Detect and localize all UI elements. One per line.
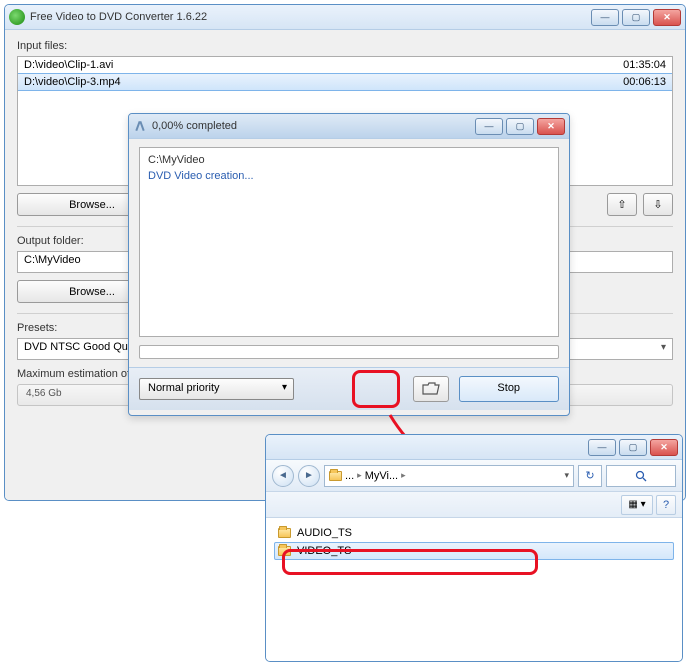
open-folder-button[interactable]: [413, 376, 449, 402]
progress-title: 0,00% completed: [152, 120, 475, 132]
folder-icon: [278, 528, 291, 538]
file-row[interactable]: D:\video\Clip-3.mp4 00:06:13: [18, 73, 672, 91]
forward-button[interactable]: ►: [298, 465, 320, 487]
help-button[interactable]: ?: [656, 495, 676, 515]
folder-item[interactable]: AUDIO_TS: [274, 524, 674, 542]
progress-titlebar[interactable]: 0,00% completed — ▢ ✕: [129, 114, 569, 139]
progress-icon: [133, 119, 147, 133]
close-button[interactable]: ✕: [537, 118, 565, 135]
search-icon: [635, 470, 647, 482]
arrow-down-icon: [653, 198, 662, 211]
explorer-file-pane[interactable]: AUDIO_TS VIDEO_TS: [266, 518, 682, 661]
close-button[interactable]: ✕: [650, 439, 678, 456]
file-duration: 01:35:04: [623, 59, 666, 71]
maximize-button[interactable]: ▢: [619, 439, 647, 456]
main-titlebar[interactable]: Free Video to DVD Converter 1.6.22 — ▢ ✕: [5, 5, 685, 30]
progress-log: C:\MyVideo DVD Video creation...: [139, 147, 559, 337]
arrow-up-icon: [617, 198, 626, 211]
move-up-button[interactable]: [607, 193, 637, 216]
log-path: C:\MyVideo: [148, 154, 550, 166]
chevron-right-icon: ▸: [401, 470, 406, 481]
folder-icon: [329, 471, 342, 481]
stop-button[interactable]: Stop: [459, 376, 560, 402]
priority-dropdown[interactable]: Normal priority: [139, 378, 294, 400]
file-path: D:\video\Clip-3.mp4: [24, 76, 121, 88]
minimize-button[interactable]: —: [588, 439, 616, 456]
back-button[interactable]: ◄: [272, 465, 294, 487]
log-status: DVD Video creation...: [148, 170, 550, 182]
file-path: D:\video\Clip-1.avi: [24, 59, 113, 71]
maximize-button[interactable]: ▢: [622, 9, 650, 26]
explorer-window: — ▢ ✕ ◄ ► ... ▸ MyVi... ▸ ▾ ↻ ▦ ▾ ? AUDI…: [265, 434, 683, 662]
folder-name: AUDIO_TS: [297, 527, 352, 539]
view-options-button[interactable]: ▦ ▾: [621, 495, 653, 515]
close-button[interactable]: ✕: [653, 9, 681, 26]
address-bar[interactable]: ... ▸ MyVi... ▸ ▾: [324, 465, 574, 487]
explorer-titlebar[interactable]: — ▢ ✕: [266, 435, 682, 460]
folder-name: VIDEO_TS: [297, 545, 351, 557]
refresh-button[interactable]: ↻: [578, 465, 602, 487]
breadcrumb-segment[interactable]: MyVi...: [365, 470, 398, 482]
move-down-button[interactable]: [643, 193, 673, 216]
folder-item[interactable]: VIDEO_TS: [274, 542, 674, 560]
dropdown-icon[interactable]: ▾: [564, 470, 569, 481]
minimize-button[interactable]: —: [591, 9, 619, 26]
folder-icon: [278, 546, 291, 556]
progress-dialog: 0,00% completed — ▢ ✕ C:\MyVideo DVD Vid…: [128, 113, 570, 416]
breadcrumb-segment[interactable]: ...: [345, 470, 354, 482]
progress-bar: [139, 345, 559, 359]
file-duration: 00:06:13: [623, 76, 666, 88]
chevron-right-icon: ▸: [357, 470, 362, 481]
app-icon: [9, 9, 25, 25]
minimize-button[interactable]: —: [475, 118, 503, 135]
folder-open-icon: [422, 382, 440, 396]
main-title: Free Video to DVD Converter 1.6.22: [30, 11, 591, 23]
file-row[interactable]: D:\video\Clip-1.avi 01:35:04: [18, 57, 672, 73]
search-input[interactable]: [606, 465, 676, 487]
maximize-button[interactable]: ▢: [506, 118, 534, 135]
input-files-label: Input files:: [17, 40, 673, 52]
